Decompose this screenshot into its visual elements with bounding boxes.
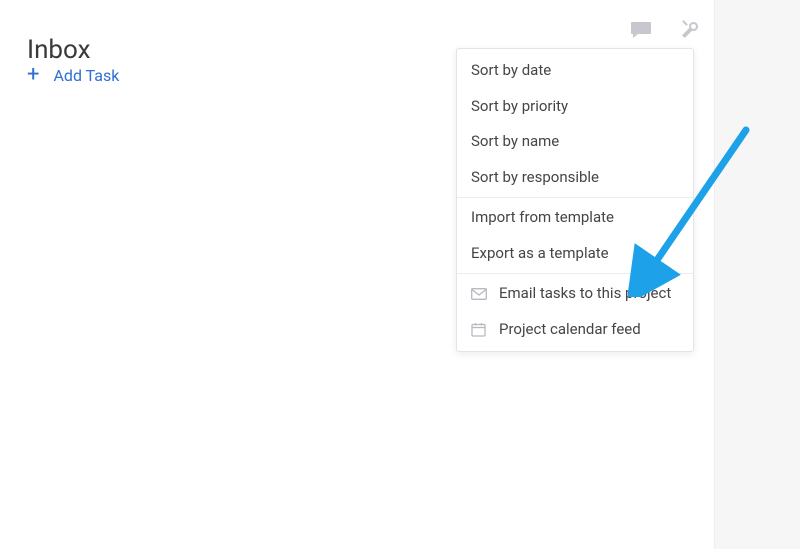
add-task-button[interactable]: + Add Task [27,64,119,86]
mail-icon [471,288,491,300]
menu-sort-by-date[interactable]: Sort by date [457,53,693,89]
comment-icon[interactable] [630,20,652,40]
menu-sort-by-responsible[interactable]: Sort by responsible [457,160,693,196]
menu-label: Sort by date [471,61,551,81]
project-actions-dropdown: Sort by date Sort by priority Sort by na… [456,48,694,352]
menu-label: Import from template [471,208,614,228]
menu-label: Sort by responsible [471,168,599,188]
menu-separator [457,197,693,198]
calendar-icon [471,322,491,337]
menu-sort-by-name[interactable]: Sort by name [457,124,693,160]
tools-icon[interactable] [680,20,700,40]
app-container: Inbox + Add Task Sort by date Sort by pr… [0,0,800,549]
menu-separator [457,273,693,274]
menu-label: Sort by name [471,132,559,152]
menu-sort-by-priority[interactable]: Sort by priority [457,89,693,125]
menu-label: Export as a template [471,244,609,264]
right-sidebar-strip [714,0,800,549]
menu-calendar-feed[interactable]: Project calendar feed [457,312,693,348]
menu-label: Email tasks to this project [499,284,671,304]
plus-icon: + [27,64,39,86]
menu-label: Project calendar feed [499,320,641,340]
menu-email-tasks[interactable]: Email tasks to this project [457,276,693,312]
menu-label: Sort by priority [471,97,568,117]
menu-export-template[interactable]: Export as a template [457,236,693,272]
menu-import-template[interactable]: Import from template [457,200,693,236]
toolbar-icons [630,20,700,40]
add-task-label: Add Task [53,66,119,85]
page-title: Inbox [27,35,91,65]
